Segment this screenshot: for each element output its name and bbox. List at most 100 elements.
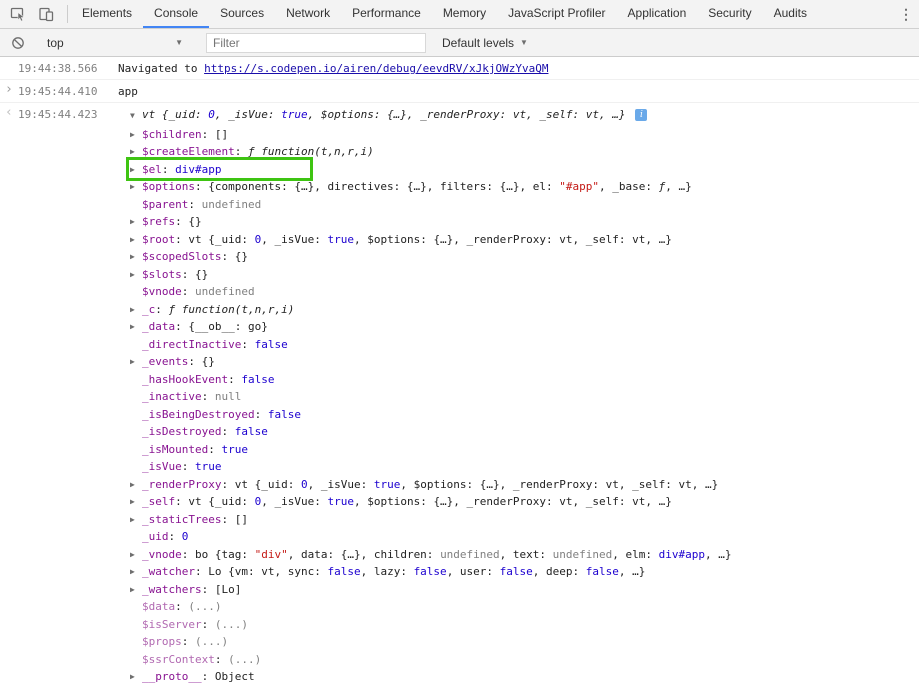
property-tree: ▶ $children: [] ▶ $createElement: ƒ functio… bbox=[18, 126, 911, 686]
property-name: $props bbox=[142, 635, 182, 648]
tree-row[interactable]: ▶ $scopedSlots: {} bbox=[18, 248, 911, 266]
getter-invoke-button[interactable]: (...) bbox=[215, 618, 248, 631]
tab-elements[interactable]: Elements bbox=[71, 0, 143, 28]
expand-arrow-icon[interactable]: ▶ bbox=[130, 668, 142, 686]
tree-row: $props: (...) bbox=[18, 633, 911, 651]
tree-row[interactable]: ▶ $children: [] bbox=[18, 126, 911, 144]
info-icon: i bbox=[635, 109, 648, 121]
expand-arrow-icon[interactable]: ▶ bbox=[130, 213, 142, 231]
colon-separator: : bbox=[194, 180, 209, 193]
property-name: _self bbox=[142, 495, 176, 508]
colon-separator: : bbox=[181, 267, 195, 281]
value-segment: vt {_uid: bbox=[188, 495, 255, 508]
expand-arrow-icon[interactable]: ▶ bbox=[130, 266, 142, 284]
inspect-cursor-icon[interactable] bbox=[4, 1, 32, 27]
colon-separator: : bbox=[214, 652, 229, 666]
execution-context-select[interactable]: top ▼ bbox=[39, 32, 191, 54]
property-name: _isVue bbox=[142, 460, 182, 473]
colon-separator: : bbox=[221, 250, 235, 263]
tree-row: $data: (...) bbox=[18, 598, 911, 616]
tree-row[interactable]: ▶ $slots: {} bbox=[18, 266, 911, 284]
console-link[interactable]: https://s.codepen.io/airen/debug/eevdRV/… bbox=[204, 62, 548, 75]
expand-arrow-icon[interactable]: ▶ bbox=[130, 126, 142, 144]
expand-arrow-icon[interactable]: ▶ bbox=[130, 563, 142, 581]
tab-audits[interactable]: Audits bbox=[763, 0, 818, 28]
value-segment: vt {_uid: bbox=[234, 477, 301, 491]
value-segment: div#app bbox=[658, 547, 705, 561]
tree-row: _inactive: null bbox=[18, 388, 911, 406]
expand-arrow-icon[interactable]: ▼ bbox=[130, 108, 142, 123]
colon-separator: : bbox=[161, 162, 176, 176]
property-name: _isBeingDestroyed bbox=[142, 407, 255, 421]
more-options-icon[interactable]: ⋮ bbox=[893, 0, 919, 28]
property-name: $parent bbox=[142, 197, 189, 211]
device-toolbar-icon[interactable] bbox=[32, 1, 60, 27]
expand-arrow-icon[interactable]: ▶ bbox=[130, 301, 142, 319]
tree-row[interactable]: ▶ $root: vt {_uid: 0, _isVue: true, $opti… bbox=[18, 231, 911, 249]
value-segment: , $options: {…}, _renderProxy: vt, _self… bbox=[400, 477, 719, 491]
expand-arrow-icon[interactable]: ▶ bbox=[130, 493, 142, 511]
tabbar-left-icons bbox=[0, 0, 64, 28]
tab-performance[interactable]: Performance bbox=[341, 0, 432, 28]
tab-memory[interactable]: Memory bbox=[432, 0, 497, 28]
value-segment: bo {tag: bbox=[195, 547, 255, 561]
expand-arrow-icon[interactable]: ▶ bbox=[130, 231, 142, 249]
getter-invoke-button[interactable]: (...) bbox=[195, 635, 228, 648]
property-name: $refs bbox=[142, 215, 176, 228]
clear-console-icon[interactable] bbox=[4, 30, 32, 56]
value-segment: , _isVue: bbox=[261, 232, 328, 246]
tree-row[interactable]: ▶ _c: ƒ function(t,n,r,i) bbox=[18, 301, 911, 319]
property-name: _data bbox=[142, 320, 176, 333]
tree-row[interactable]: ▶ $el: div#app bbox=[18, 161, 911, 179]
tree-row[interactable]: ▶ $refs: {} bbox=[18, 213, 911, 231]
value-segment: , $options: {…}, _renderProxy: vt, _self… bbox=[353, 495, 672, 508]
tree-row[interactable]: ▶ _staticTrees: [] bbox=[18, 511, 911, 529]
tree-row[interactable]: ▶ _renderProxy: vt {_uid: 0, _isVue: true… bbox=[18, 476, 911, 494]
tree-row[interactable]: ▶ $createElement: ƒ function(t,n,r,i) bbox=[18, 143, 911, 161]
property-name: $isServer bbox=[142, 617, 202, 631]
expand-arrow-icon[interactable]: ▶ bbox=[130, 546, 142, 564]
tree-row[interactable]: ▶ _vnode: bo {tag: "div", data: {…}, chil… bbox=[18, 546, 911, 564]
tab-security[interactable]: Security bbox=[697, 0, 762, 28]
filter-input[interactable] bbox=[206, 32, 426, 53]
tab-javascript-profiler[interactable]: JavaScript Profiler bbox=[497, 0, 616, 28]
tab-network[interactable]: Network bbox=[275, 0, 341, 28]
property-name: $data bbox=[142, 600, 176, 613]
expand-arrow-icon[interactable]: ▶ bbox=[130, 178, 142, 196]
tab-application[interactable]: Application bbox=[617, 0, 698, 28]
console-message: 19:44:38.566 Navigated to https://s.codep… bbox=[0, 57, 919, 80]
value-segment: null bbox=[214, 390, 242, 403]
expand-arrow-icon[interactable]: ▶ bbox=[130, 161, 142, 179]
expand-arrow-icon[interactable]: ▶ bbox=[130, 143, 142, 161]
tree-row[interactable]: ▶ _data: {__ob__: go} bbox=[18, 318, 911, 336]
expand-arrow-icon[interactable]: ▶ bbox=[130, 581, 142, 599]
property-name: $vnode bbox=[142, 285, 182, 298]
tab-strip: Elements Console Sources Network Performance… bbox=[71, 0, 818, 28]
colon-separator: : bbox=[201, 390, 215, 403]
expand-arrow-icon[interactable]: ▶ bbox=[130, 353, 142, 371]
tab-sources[interactable]: Sources bbox=[209, 0, 275, 28]
value-segment: Lo {vm: vt, sync: bbox=[208, 565, 328, 578]
value-segment: , $options: {…}, _renderProxy: vt, _self… bbox=[307, 108, 626, 121]
value-segment: {} bbox=[195, 267, 209, 281]
expand-arrow-icon[interactable]: ▶ bbox=[130, 476, 142, 494]
tree-row[interactable]: ▶ __proto__: Object bbox=[18, 668, 911, 686]
tree-row[interactable]: ▶ _events: {} bbox=[18, 353, 911, 371]
value-segment: "#app" bbox=[559, 180, 599, 193]
getter-invoke-button[interactable]: (...) bbox=[188, 600, 221, 613]
tab-console[interactable]: Console bbox=[143, 0, 210, 28]
colon-separator: : bbox=[234, 145, 248, 158]
tree-row[interactable]: ▶ _watchers: [Lo] bbox=[18, 581, 911, 599]
tree-row[interactable]: ▶ _self: vt {_uid: 0, _isVue: true, $opti… bbox=[18, 493, 911, 511]
value-segment: true bbox=[195, 460, 222, 473]
tree-row[interactable]: ▶ $options: {components: {…}, directives:… bbox=[18, 178, 911, 196]
expand-arrow-icon[interactable]: ▶ bbox=[130, 318, 142, 336]
value-segment: "div" bbox=[254, 547, 288, 561]
value-segment: , _base: bbox=[598, 180, 659, 193]
getter-invoke-button[interactable]: (...) bbox=[228, 653, 261, 666]
expand-arrow-icon[interactable]: ▶ bbox=[130, 248, 142, 266]
tree-row[interactable]: ▶ _watcher: Lo {vm: vt, sync: false, lazy… bbox=[18, 563, 911, 581]
colon-separator: : bbox=[221, 512, 235, 526]
log-levels-select[interactable]: Default levels ▼ bbox=[438, 32, 532, 54]
expand-arrow-icon[interactable]: ▶ bbox=[130, 511, 142, 529]
